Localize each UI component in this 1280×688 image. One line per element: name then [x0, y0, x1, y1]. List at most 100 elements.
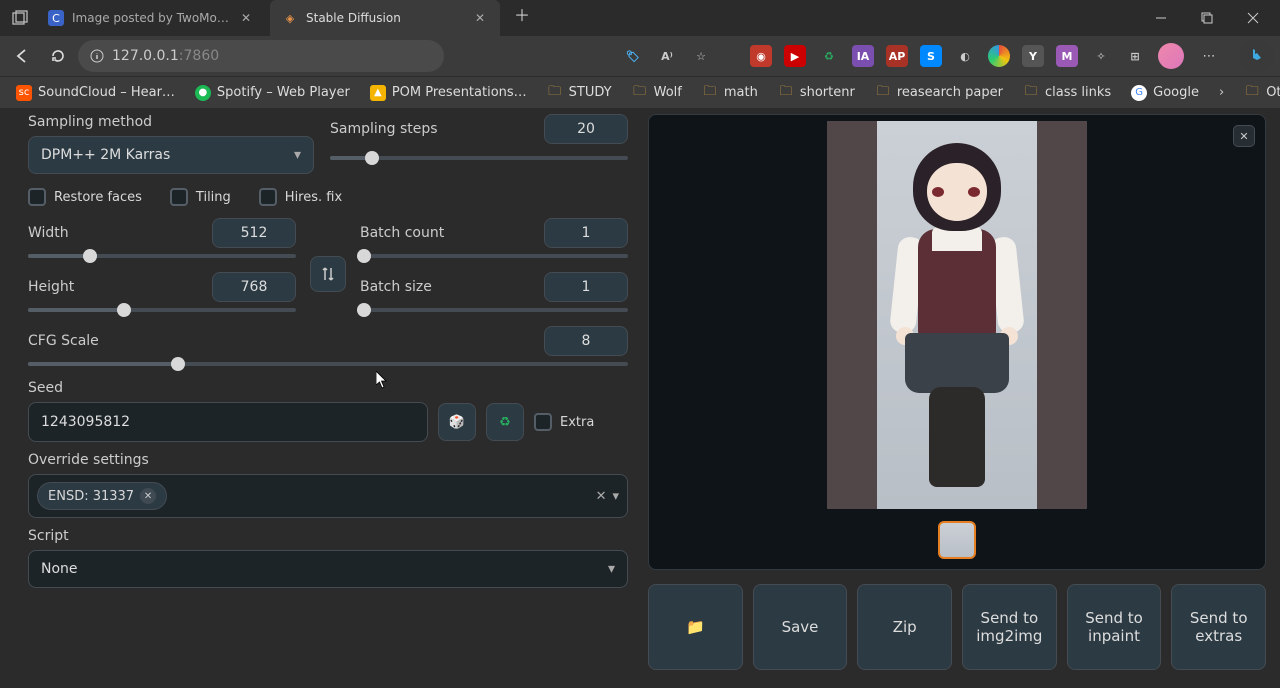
batch-count-slider[interactable]: [360, 254, 628, 258]
seed-reuse-button[interactable]: ♻: [486, 403, 524, 441]
save-button[interactable]: Save: [753, 584, 848, 670]
width-slider[interactable]: [28, 254, 296, 258]
url-text: 127.0.0.1:7860: [112, 48, 432, 64]
collections-icon[interactable]: ⊞: [1124, 45, 1146, 67]
shopping-icon[interactable]: 🏷: [622, 45, 644, 67]
generated-image[interactable]: [827, 121, 1087, 509]
url-input[interactable]: 127.0.0.1:7860: [78, 40, 444, 72]
ext-bulb-icon[interactable]: ◐: [954, 45, 976, 67]
maximize-button[interactable]: [1184, 0, 1230, 36]
refresh-button[interactable]: [42, 40, 74, 72]
favorites-icon[interactable]: ✧: [1090, 45, 1112, 67]
width-input[interactable]: 512: [212, 218, 296, 248]
ext-ap-icon[interactable]: AP: [886, 45, 908, 67]
bookmark-google[interactable]: GGoogle: [1123, 81, 1207, 105]
folder-icon: 🗀: [875, 85, 891, 101]
batch-size-label: Batch size: [360, 279, 432, 295]
bookmark-study[interactable]: 🗀STUDY: [539, 81, 620, 105]
ext-y-icon[interactable]: Y: [1022, 45, 1044, 67]
sampling-steps-label: Sampling steps: [330, 121, 438, 137]
bookmark-research[interactable]: 🗀 reasearch paper: [867, 81, 1011, 105]
hires-fix-checkbox[interactable]: Hires. fix: [259, 188, 342, 206]
close-button[interactable]: [1230, 0, 1276, 36]
height-slider[interactable]: [28, 308, 296, 312]
close-preview-button[interactable]: ✕: [1233, 125, 1255, 147]
send-img2img-button[interactable]: Send to img2img: [962, 584, 1057, 670]
seed-random-button[interactable]: 🎲: [438, 403, 476, 441]
tag-remove-icon[interactable]: ✕: [140, 488, 156, 504]
favicon-sd: ◈: [282, 10, 298, 26]
minimize-button[interactable]: [1138, 0, 1184, 36]
folder-icon: 🗀: [547, 85, 563, 101]
favorite-icon[interactable]: ☆: [690, 45, 712, 67]
override-settings-input[interactable]: ENSD: 31337 ✕ ✕ ▾: [28, 474, 628, 518]
batch-count-input[interactable]: 1: [544, 218, 628, 248]
output-panel: ✕ 📁 Save Zip Send to img: [648, 108, 1266, 688]
ext-color-icon[interactable]: [988, 45, 1010, 67]
bookmark-other[interactable]: 🗀Other favorites: [1236, 81, 1280, 105]
sampling-method-select[interactable]: DPM++ 2M Karras ▾: [28, 136, 314, 174]
bookmark-pom[interactable]: ▲POM Presentations…: [362, 81, 535, 105]
swap-dimensions-button[interactable]: [310, 256, 346, 292]
width-label: Width: [28, 225, 69, 241]
bookmark-label: Spotify – Web Player: [217, 85, 350, 100]
bookmark-label: class links: [1045, 85, 1111, 100]
cfg-scale-label: CFG Scale: [28, 333, 99, 349]
site-info-icon: [90, 49, 104, 63]
profile-avatar[interactable]: [1158, 43, 1184, 69]
new-tab-button[interactable]: ＋: [508, 0, 536, 28]
bookmark-label: reasearch paper: [897, 85, 1003, 100]
cfg-scale-slider[interactable]: [28, 362, 628, 366]
tab-stable-diffusion[interactable]: ◈ Stable Diffusion ✕: [270, 0, 500, 36]
settings-more-icon[interactable]: ⋯: [1196, 49, 1222, 64]
sampling-steps-input[interactable]: 20: [544, 114, 628, 144]
bookmark-label: math: [724, 85, 758, 100]
bookmark-wolf[interactable]: 🗀Wolf: [624, 81, 690, 105]
ext-youtube-icon[interactable]: ▶: [784, 45, 806, 67]
ext-green-icon[interactable]: ♻: [818, 45, 840, 67]
send-extras-button[interactable]: Send to extras: [1171, 584, 1266, 670]
clear-all-icon[interactable]: ✕: [596, 489, 607, 504]
send-inpaint-button[interactable]: Send to inpaint: [1067, 584, 1162, 670]
seed-extra-checkbox[interactable]: Extra: [534, 413, 594, 431]
sampling-steps-slider[interactable]: [330, 156, 628, 160]
override-label: Override settings: [28, 452, 628, 468]
bookmark-spotify[interactable]: ●Spotify – Web Player: [187, 81, 358, 105]
tab-image-posted[interactable]: C Image posted by TwoMoreTimes ✕: [36, 0, 266, 36]
sampling-method-label: Sampling method: [28, 114, 314, 130]
bookmark-shortenr[interactable]: 🗀shortenr: [770, 81, 863, 105]
batch-size-input[interactable]: 1: [544, 272, 628, 302]
override-tag[interactable]: ENSD: 31337 ✕: [37, 482, 167, 510]
height-input[interactable]: 768: [212, 272, 296, 302]
restore-faces-checkbox[interactable]: Restore faces: [28, 188, 142, 206]
zip-button[interactable]: Zip: [857, 584, 952, 670]
script-select[interactable]: None ▾: [28, 550, 628, 588]
seed-input[interactable]: 1243095812: [28, 402, 428, 442]
ext-m-icon[interactable]: M: [1056, 45, 1078, 67]
bookmark-math[interactable]: 🗀math: [694, 81, 766, 105]
back-button[interactable]: [6, 40, 38, 72]
chevron-down-icon[interactable]: ▾: [612, 489, 619, 504]
bookmark-label: Google: [1153, 85, 1199, 100]
tiling-checkbox[interactable]: Tiling: [170, 188, 231, 206]
ext-shazam-icon[interactable]: S: [920, 45, 942, 67]
thumbnail-strip: [655, 521, 1259, 559]
bookmark-soundcloud[interactable]: scSoundCloud – Hear…: [8, 81, 183, 105]
script-label: Script: [28, 528, 628, 544]
tab-close-icon[interactable]: ✕: [238, 10, 254, 26]
ext-ia-icon[interactable]: IA: [852, 45, 874, 67]
read-aloud-icon[interactable]: A⁾: [656, 45, 678, 67]
titlebar: C Image posted by TwoMoreTimes ✕ ◈ Stabl…: [0, 0, 1280, 36]
thumbnail[interactable]: [938, 521, 976, 559]
favicon-civitai: C: [48, 10, 64, 26]
open-folder-button[interactable]: 📁: [648, 584, 743, 670]
bing-chat-icon[interactable]: [1240, 39, 1274, 73]
bookmark-classlinks[interactable]: 🗀class links: [1015, 81, 1119, 105]
ext-ublock-icon[interactable]: ◉: [750, 45, 772, 67]
batch-size-slider[interactable]: [360, 308, 628, 312]
bookmarks-overflow-icon[interactable]: ›: [1211, 85, 1232, 100]
tab-actions-button[interactable]: [8, 6, 32, 30]
cfg-scale-input[interactable]: 8: [544, 326, 628, 356]
tab-close-icon[interactable]: ✕: [472, 10, 488, 26]
height-label: Height: [28, 279, 74, 295]
